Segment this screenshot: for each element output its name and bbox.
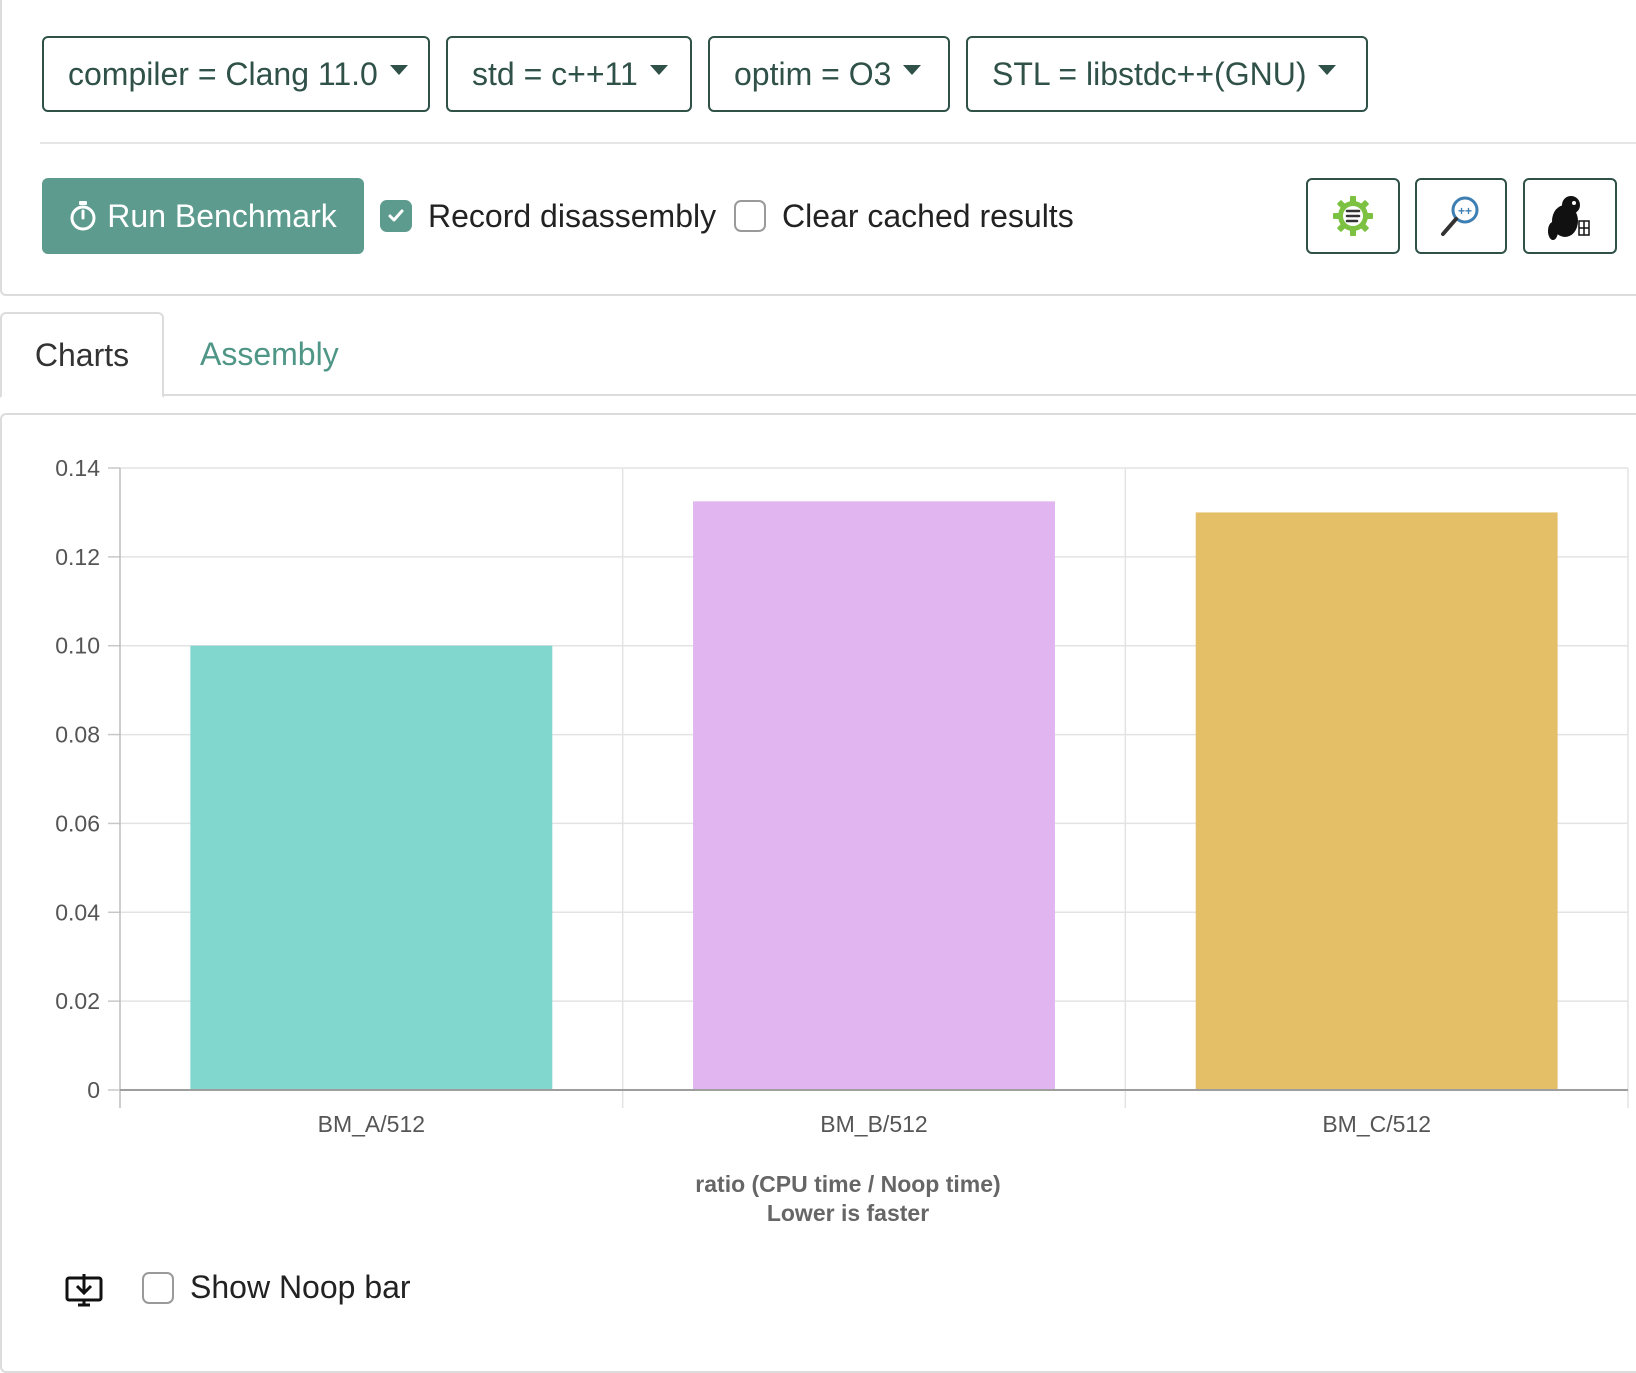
tab-assembly-label: Assembly [200, 335, 339, 372]
y-tick-label: 0.12 [55, 544, 100, 570]
compiler-dropdown[interactable]: compiler = Clang 11.0 [42, 36, 430, 112]
y-tick-label: 0 [87, 1077, 100, 1103]
chevron-down-icon [903, 65, 922, 75]
toolbar-divider [40, 142, 1636, 144]
zoom-inspect-button[interactable]: ++ [1415, 178, 1507, 254]
y-tick-label: 0.02 [55, 988, 100, 1014]
record-disassembly-label: Record disassembly [428, 198, 717, 234]
run-benchmark-label: Run Benchmark [107, 197, 337, 234]
optim-dropdown-label: optim = O3 [734, 55, 892, 92]
y-tick-label: 0.14 [55, 455, 100, 481]
benchmark-bar-chart: 0 0.02 0.04 0.06 0.08 0.10 0.12 0.14 BM_A/512 BM_… [55, 455, 1629, 1226]
bar-bm-c-512 [1195, 512, 1558, 1090]
y-tick-label: 0.10 [55, 633, 100, 659]
chevron-down-icon [389, 65, 408, 75]
chevron-down-icon [1318, 65, 1337, 75]
y-tick-label: 0.08 [55, 722, 100, 748]
show-noop-bar-label: Show Noop bar [190, 1269, 411, 1305]
download-icon [65, 1274, 103, 1307]
show-noop-bar-checkbox[interactable] [142, 1272, 174, 1304]
record-disassembly-checkbox[interactable] [380, 200, 412, 232]
x-axis-title: ratio (CPU time / Noop time) [695, 1171, 1000, 1197]
beaver-icon [1548, 196, 1590, 240]
download-button[interactable] [64, 1272, 104, 1313]
stopwatch-icon [70, 201, 96, 231]
tab-charts[interactable]: Charts [0, 312, 164, 398]
run-benchmark-button[interactable]: Run Benchmark [42, 178, 364, 254]
x-axis-title: Lower is faster [767, 1200, 929, 1226]
beaver-button[interactable] [1523, 178, 1617, 254]
x-tick-label: BM_A/512 [318, 1111, 425, 1137]
x-tick-label: BM_B/512 [820, 1111, 927, 1137]
optim-dropdown[interactable]: optim = O3 [708, 36, 950, 112]
std-dropdown-label: std = c++11 [472, 55, 638, 92]
compiler-dropdown-label: compiler = Clang 11.0 [68, 55, 378, 92]
clear-cached-results-label: Clear cached results [782, 198, 1074, 234]
bar-bm-a-512 [190, 645, 553, 1090]
clear-cached-results-checkbox[interactable] [734, 200, 766, 232]
y-tick-label: 0.06 [55, 810, 100, 836]
checkmark-icon [388, 209, 404, 222]
y-tick-label: 0.04 [55, 899, 100, 925]
tab-assembly[interactable]: Assembly [200, 312, 339, 396]
x-tick-label: BM_C/512 [1322, 1111, 1431, 1137]
stl-dropdown[interactable]: STL = libstdc++(GNU) [966, 36, 1368, 112]
settings-button[interactable] [1306, 178, 1400, 254]
zoom-cpp-icon: ++ [1441, 196, 1479, 236]
std-dropdown[interactable]: std = c++11 [446, 36, 692, 112]
bar-bm-b-512 [693, 501, 1055, 1090]
svg-text:++: ++ [1458, 204, 1472, 218]
settings-gear-icon [1333, 196, 1373, 236]
chevron-down-icon [649, 65, 668, 75]
stl-dropdown-label: STL = libstdc++(GNU) [992, 55, 1307, 92]
tab-charts-label: Charts [34, 336, 130, 373]
